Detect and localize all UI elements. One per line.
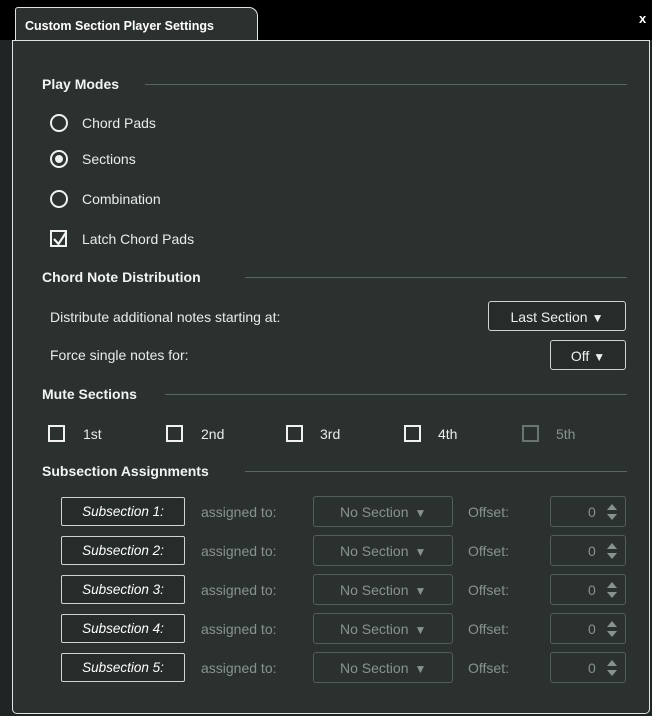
radio-label-chord-pads[interactable]: Chord Pads <box>82 115 156 131</box>
offset-label: Offset: <box>468 504 509 520</box>
assigned-to-label: assigned to: <box>201 504 277 520</box>
subsection-2-button[interactable]: Subsection 2: <box>61 536 185 565</box>
offset-value: 0 <box>588 504 596 520</box>
subsection-1-section-dropdown: No Section ▼ <box>313 496 453 527</box>
mute-1st-checkbox[interactable] <box>48 425 65 442</box>
mute-sections-header: Mute Sections <box>42 386 137 402</box>
radio-chord-pads[interactable] <box>50 114 68 132</box>
mute-4th-checkbox[interactable] <box>404 425 421 442</box>
subsection-3-button[interactable]: Subsection 3: <box>61 575 185 604</box>
spinner-arrows-icon <box>607 504 617 520</box>
assigned-to-label: assigned to: <box>201 621 277 637</box>
radio-label-sections[interactable]: Sections <box>82 151 136 167</box>
radio-combination[interactable] <box>50 190 68 208</box>
chevron-down-icon: ▼ <box>414 506 427 520</box>
latch-chord-pads-label[interactable]: Latch Chord Pads <box>82 231 194 247</box>
divider <box>245 471 627 472</box>
offset-value: 0 <box>588 660 596 676</box>
force-single-notes-label: Force single notes for: <box>50 347 189 363</box>
chevron-down-icon: ▼ <box>591 311 604 325</box>
chevron-down-icon: ▼ <box>414 662 427 676</box>
radio-label-combination[interactable]: Combination <box>82 191 161 207</box>
section-value: No Section <box>340 582 409 598</box>
radio-sections[interactable] <box>50 150 68 168</box>
subsection-2-section-dropdown: No Section ▼ <box>313 535 453 566</box>
distribute-label: Distribute additional notes starting at: <box>50 309 281 325</box>
divider <box>245 277 627 278</box>
spinner-arrows-icon <box>607 660 617 676</box>
divider <box>165 394 627 395</box>
mute-2nd-checkbox[interactable] <box>166 425 183 442</box>
chevron-down-icon: ▼ <box>414 584 427 598</box>
offset-value: 0 <box>588 621 596 637</box>
divider <box>145 84 627 85</box>
chevron-down-icon: ▼ <box>414 623 427 637</box>
offset-label: Offset: <box>468 543 509 559</box>
subsection-3-offset-spinner: 0 <box>550 574 626 605</box>
subsection-4-button[interactable]: Subsection 4: <box>61 614 185 643</box>
subsection-1-offset-spinner: 0 <box>550 496 626 527</box>
offset-label: Offset: <box>468 621 509 637</box>
close-button[interactable]: x <box>639 11 646 26</box>
subsection-assignments-header: Subsection Assignments <box>42 463 209 479</box>
distribute-value: Last Section <box>510 309 588 325</box>
chord-note-distribution-header: Chord Note Distribution <box>42 269 201 285</box>
subsection-5-section-dropdown: No Section ▼ <box>313 652 453 683</box>
offset-label: Offset: <box>468 660 509 676</box>
distribute-dropdown[interactable]: Last Section ▼ <box>488 301 626 331</box>
mute-3rd-checkbox[interactable] <box>286 425 303 442</box>
mute-2nd-label[interactable]: 2nd <box>201 426 224 442</box>
latch-chord-pads-checkbox[interactable] <box>50 230 67 247</box>
tab-custom-section-player-settings[interactable]: Custom Section Player Settings <box>15 7 258 41</box>
subsection-5-button[interactable]: Subsection 5: <box>61 653 185 682</box>
spinner-arrows-icon <box>607 582 617 598</box>
mute-4th-label[interactable]: 4th <box>438 426 457 442</box>
mute-5th-label: 5th <box>556 426 576 442</box>
offset-label: Offset: <box>468 582 509 598</box>
spinner-arrows-icon <box>607 621 617 637</box>
subsection-3-section-dropdown: No Section ▼ <box>313 574 453 605</box>
spinner-arrows-icon <box>607 543 617 559</box>
offset-value: 0 <box>588 543 596 559</box>
checkmark-icon <box>53 231 67 246</box>
force-single-notes-dropdown[interactable]: Off ▼ <box>550 340 626 370</box>
subsection-2-offset-spinner: 0 <box>550 535 626 566</box>
chevron-down-icon: ▼ <box>593 350 606 364</box>
subsection-1-button[interactable]: Subsection 1: <box>61 497 185 526</box>
play-modes-header: Play Modes <box>42 76 120 92</box>
section-value: No Section <box>340 621 409 637</box>
offset-value: 0 <box>588 582 596 598</box>
mute-5th-checkbox <box>522 425 539 442</box>
mute-1st-label[interactable]: 1st <box>83 426 102 442</box>
settings-window: Custom Section Player Settings x Play Mo… <box>0 0 652 716</box>
subsection-5-offset-spinner: 0 <box>550 652 626 683</box>
mute-3rd-label[interactable]: 3rd <box>320 426 340 442</box>
force-single-notes-value: Off <box>570 348 590 364</box>
chevron-down-icon: ▼ <box>414 545 427 559</box>
tab-strip: Custom Section Player Settings x <box>0 0 652 41</box>
section-value: No Section <box>340 504 409 520</box>
subsection-4-section-dropdown: No Section ▼ <box>313 613 453 644</box>
assigned-to-label: assigned to: <box>201 660 277 676</box>
subsection-4-offset-spinner: 0 <box>550 613 626 644</box>
assigned-to-label: assigned to: <box>201 582 277 598</box>
section-value: No Section <box>340 543 409 559</box>
assigned-to-label: assigned to: <box>201 543 277 559</box>
section-value: No Section <box>340 660 409 676</box>
